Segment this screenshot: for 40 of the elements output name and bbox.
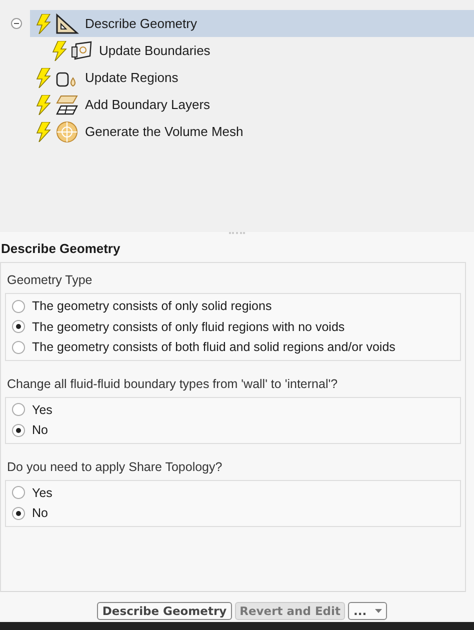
action-button[interactable]: Describe Geometry [97, 602, 232, 620]
tree-item[interactable]: Update Boundaries [0, 37, 474, 64]
grid-layers-icon [55, 94, 79, 116]
radio-option[interactable]: No [12, 503, 454, 524]
lightning-bolt-icon [36, 122, 52, 142]
lightning-bolt-icon [52, 40, 68, 60]
radio-button[interactable] [12, 424, 25, 437]
panel-title: Describe Geometry [0, 240, 122, 258]
tree-item-label: Add Boundary Layers [85, 97, 210, 112]
radio-option[interactable]: Yes [12, 400, 454, 420]
radio-option[interactable]: Yes [12, 482, 454, 503]
lightning-bolt-icon [36, 68, 52, 88]
radio-button[interactable] [12, 300, 25, 313]
tree-item[interactable]: Update Regions [30, 64, 474, 91]
more-dropdown[interactable]: ... [348, 602, 387, 620]
tree-item[interactable]: Add Boundary Layers [30, 91, 474, 118]
tree-item-label: Describe Geometry [85, 16, 197, 31]
tree-item[interactable]: Generate the Volume Mesh [30, 118, 474, 145]
radio-button[interactable] [12, 320, 25, 334]
radio-button[interactable] [12, 340, 25, 354]
lightning-bolt-icon [36, 14, 52, 34]
radio-button[interactable] [12, 486, 25, 500]
radio-option[interactable]: The geometry consists of both fluid and solid regions and/or voids [12, 337, 454, 358]
lightning-bolt-icon [36, 94, 52, 114]
tree-item-label: Update Regions [85, 70, 178, 85]
radio-option[interactable]: No [12, 420, 454, 440]
mesh-sphere-icon [55, 120, 79, 142]
framed-panel-icon [71, 40, 93, 60]
selected-tree-item[interactable]: Describe Geometry [30, 10, 474, 37]
question-label: Change all fluid-fluid boundary types from 'wall' to 'internal'? [6, 376, 339, 393]
radio-button[interactable] [12, 403, 25, 416]
collapse-toggle-icon[interactable] [10, 18, 22, 29]
tree-item-label: Update Boundaries [99, 43, 210, 58]
question-label: Geometry Type [6, 272, 94, 289]
radio-option[interactable]: The geometry consists of only fluid regions with no voids [12, 316, 454, 337]
radio-option[interactable]: The geometry consists of only solid regions [12, 296, 454, 316]
question-label: Do you need to apply Share Topology? [6, 458, 224, 476]
radio-button[interactable] [12, 506, 25, 520]
tree-item-label: Generate the Volume Mesh [85, 124, 244, 139]
caret-icon [374, 609, 382, 613]
